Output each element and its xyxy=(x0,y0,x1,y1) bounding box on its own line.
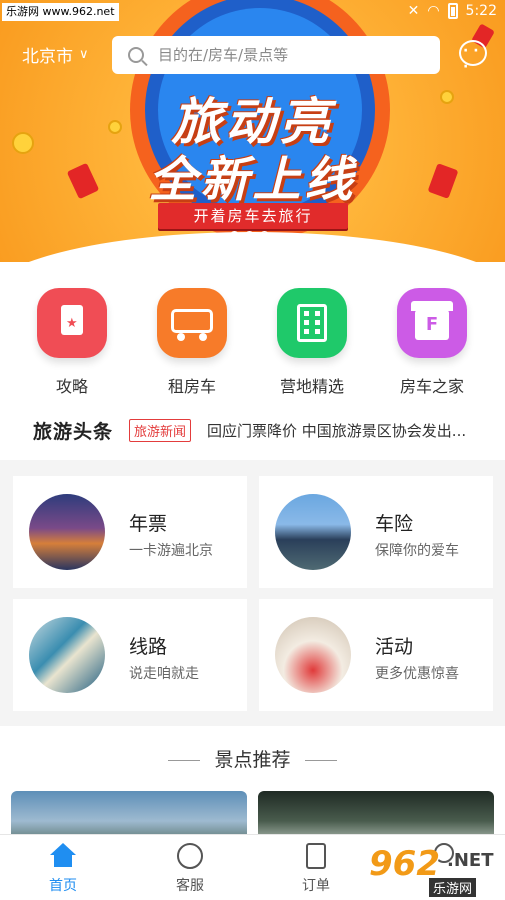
card-title: 年票 xyxy=(129,513,168,535)
status-icons: ✕ ◠ 5:22 xyxy=(408,3,497,19)
building-icon xyxy=(277,288,347,358)
card-routes[interactable]: 线路 说走咱就走 xyxy=(13,599,247,711)
quick-nav-campsite[interactable]: 营地精选 xyxy=(252,288,372,397)
home-icon xyxy=(50,843,76,869)
rv-icon xyxy=(157,288,227,358)
events-thumbnail xyxy=(275,617,351,693)
clock: 5:22 xyxy=(465,3,497,19)
annual-pass-thumbnail xyxy=(29,494,105,570)
search-bar[interactable] xyxy=(112,36,440,74)
search-icon xyxy=(128,47,144,63)
tab-label: 客服 xyxy=(176,878,204,894)
card-car-insurance[interactable]: 车险 保障你的爱车 xyxy=(259,476,493,588)
banner-curve xyxy=(0,232,505,262)
card-subtitle: 保障你的爱车 xyxy=(375,543,459,559)
quick-nav-rv-home[interactable]: F 房车之家 xyxy=(372,288,492,397)
chevron-down-icon: ∨ xyxy=(79,47,89,62)
quick-nav-label: 攻略 xyxy=(55,377,88,396)
quick-nav-rent-rv[interactable]: 租房车 xyxy=(132,288,252,397)
quick-nav-label: 营地精选 xyxy=(279,377,344,396)
tab-label: 订单 xyxy=(302,878,330,894)
site-tag: 乐游网 www.962.net xyxy=(2,3,119,21)
card-title: 线路 xyxy=(129,636,168,658)
shop-icon: F xyxy=(397,288,467,358)
headset-icon xyxy=(177,843,203,869)
card-title: 车险 xyxy=(375,513,414,535)
recommend-title: 景点推荐 xyxy=(0,745,505,772)
news-title: 旅游头条 xyxy=(33,420,114,443)
news-headline[interactable]: 回应门票降价 中国旅游景区协会发出... xyxy=(207,420,473,441)
message-icon[interactable] xyxy=(459,40,487,75)
mute-icon: ✕ xyxy=(407,3,420,19)
news-ticker[interactable]: 旅游头条 旅游新闻 回应门票降价 中国旅游景区协会发出... xyxy=(0,410,505,450)
car-insurance-thumbnail xyxy=(275,494,351,570)
status-bar: 乐游网 www.962.net ✕ ◠ 5:22 xyxy=(0,0,505,24)
tab-service[interactable]: 客服 xyxy=(150,843,230,895)
city-label: 北京市 xyxy=(22,47,73,67)
watermark-site: 乐游网 xyxy=(429,878,477,897)
card-title: 活动 xyxy=(375,636,414,658)
card-subtitle: 一卡游遍北京 xyxy=(129,543,213,559)
tab-label: 首页 xyxy=(49,878,77,894)
news-tag: 旅游新闻 xyxy=(129,418,192,442)
search-input[interactable] xyxy=(158,46,418,64)
site-watermark: 962 .NET 乐游网 xyxy=(369,844,499,897)
card-annual-pass[interactable]: 年票 一卡游遍北京 xyxy=(13,476,247,588)
battery-icon xyxy=(447,3,458,19)
card-subtitle: 说走咱就走 xyxy=(129,666,199,682)
quick-nav-label: 房车之家 xyxy=(399,377,464,396)
quick-nav-section: ★ 攻略 租房车 营地精选 F 房车之家 旅游头条 旅游新闻 回应门票降价 中国… xyxy=(0,262,505,460)
banner-ribbon: 开着房车去旅行 xyxy=(158,203,348,229)
quick-nav-label: 租房车 xyxy=(167,377,216,396)
bookmark-star-icon: ★ xyxy=(37,288,107,358)
routes-thumbnail xyxy=(29,617,105,693)
banner-headline-2: 全新上线 xyxy=(148,152,357,208)
watermark-net: .NET xyxy=(447,850,494,871)
wifi-icon: ◠ xyxy=(427,3,440,19)
card-events[interactable]: 活动 更多优惠惊喜 xyxy=(259,599,493,711)
tab-home[interactable]: 首页 xyxy=(23,843,103,895)
card-subtitle: 更多优惠惊喜 xyxy=(375,666,459,682)
city-selector[interactable]: 北京市 ∨ xyxy=(22,42,89,67)
tab-orders[interactable]: 订单 xyxy=(276,843,356,895)
order-icon xyxy=(306,843,326,869)
quick-nav-guide[interactable]: ★ 攻略 xyxy=(12,288,132,397)
